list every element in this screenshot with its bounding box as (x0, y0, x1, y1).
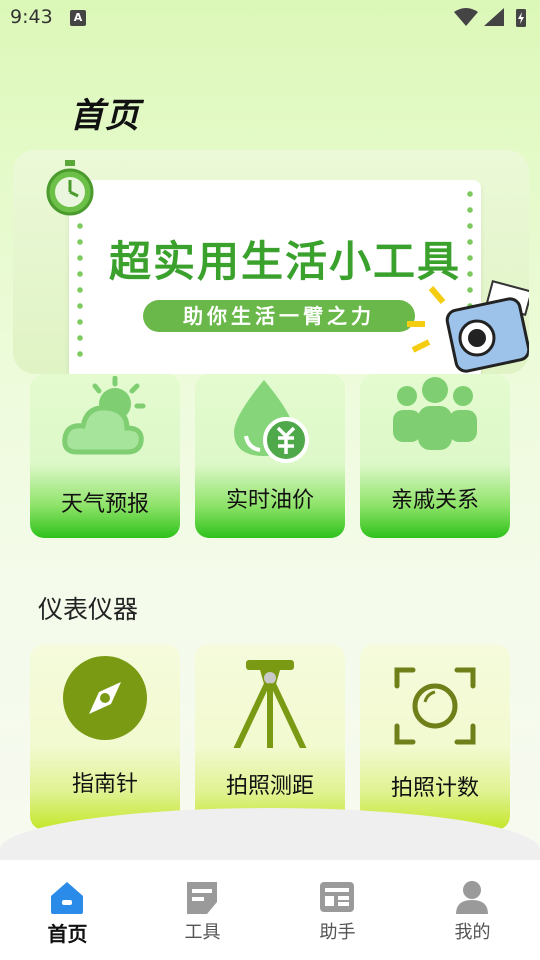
home-icon (51, 882, 83, 914)
tile-relatives-label: 亲戚关系 (390, 488, 479, 513)
tab-profile[interactable]: 我的 (405, 860, 540, 960)
bottom-tab-bar: 首页 工具 助手 我的 (0, 860, 540, 960)
compass-icon (63, 656, 147, 740)
tab-home[interactable]: 首页 (0, 860, 135, 960)
camera-illustration (407, 280, 529, 373)
status-time: 9:43 (10, 6, 53, 28)
profile-icon (456, 881, 488, 914)
tab-home-label: 首页 (47, 922, 88, 946)
camera-count-icon (394, 667, 476, 745)
tile-count[interactable]: 拍照计数 (360, 644, 510, 830)
tools-icon (187, 882, 217, 914)
tile-weather-label: 天气预报 (60, 492, 149, 517)
promo-banner[interactable]: 超实用生活小工具 助你生活一臂之力 (13, 150, 529, 374)
notification-icon: A (70, 10, 86, 26)
tab-tools[interactable]: 工具 (135, 860, 270, 960)
tab-tools-label: 工具 (184, 922, 221, 943)
wifi-icon (454, 8, 478, 26)
tripod-icon (233, 660, 307, 748)
relatives-icon (393, 377, 477, 450)
status-bar: 9:43 A (0, 0, 540, 36)
page-title: 首页 (70, 96, 140, 136)
signal-icon (484, 8, 504, 26)
tile-oil-price-label: 实时油价 (225, 488, 314, 513)
section-title-instruments: 仪表仪器 (38, 595, 139, 624)
oil-price-icon (234, 380, 309, 463)
tile-compass-label: 指南针 (71, 772, 138, 797)
tab-assistant-label: 助手 (319, 922, 356, 943)
tile-distance-label: 拍照测距 (225, 774, 314, 799)
banner-pill: 助你生活一臂之力 (143, 300, 415, 332)
status-icons (454, 8, 526, 27)
tile-oil-price[interactable]: 实时油价 (195, 374, 345, 538)
tile-count-label: 拍照计数 (390, 776, 479, 801)
weather-icon (62, 376, 146, 455)
tile-compass[interactable]: 指南针 (30, 644, 180, 830)
tab-profile-label: 我的 (454, 922, 491, 943)
tab-assistant[interactable]: 助手 (270, 860, 405, 960)
tile-weather[interactable]: 天气预报 (30, 374, 180, 538)
tile-relatives[interactable]: 亲戚关系 (360, 374, 510, 538)
stopwatch-icon (46, 160, 94, 216)
tile-distance[interactable]: 拍照测距 (195, 644, 345, 830)
assistant-icon (320, 882, 354, 912)
